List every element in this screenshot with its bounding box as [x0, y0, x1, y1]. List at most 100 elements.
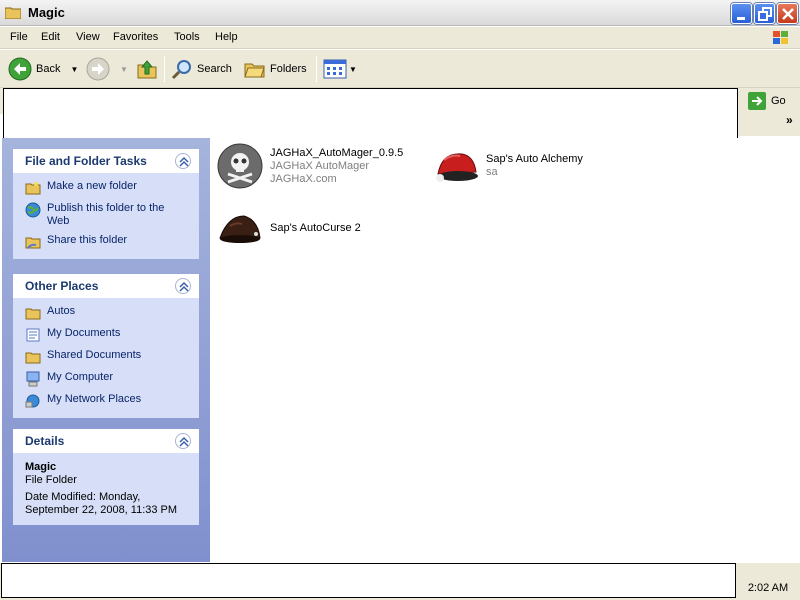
place-my-network-places[interactable]: My Network Places [13, 390, 199, 412]
panel-body: Magic File Folder Date Modified: Monday,… [13, 453, 199, 525]
place-my-documents[interactable]: My Documents [13, 324, 199, 346]
folder-icon [5, 7, 21, 19]
place-label: My Network Places [47, 393, 142, 405]
place-label: Shared Documents [47, 349, 142, 361]
menu-edit[interactable]: Edit [41, 31, 60, 43]
toolbar-separator [164, 56, 165, 82]
skull-icon [217, 143, 263, 189]
search-label: Search [197, 63, 232, 75]
file-description: JAGHaX AutoMager [270, 159, 370, 172]
menu-file[interactable]: File [10, 31, 28, 43]
restore-icon [758, 7, 772, 21]
menu-tools[interactable]: Tools [174, 31, 200, 43]
folder-icon [25, 308, 41, 320]
collapse-button[interactable] [175, 153, 191, 169]
place-my-computer[interactable]: My Computer [13, 368, 199, 390]
chevron-right-icon[interactable]: » [786, 113, 793, 127]
folder-icon [25, 352, 41, 364]
restore-button[interactable] [754, 3, 775, 24]
network-places-icon [25, 394, 40, 408]
toolbar-separator [316, 56, 317, 82]
taskbar-clock: 2:02 AM [736, 578, 800, 598]
toolbar: Back ▼ ▼ Search Folders ▼ [0, 50, 800, 88]
file-item[interactable]: Sap's AutoCurse 2 [216, 204, 361, 252]
place-label: My Computer [47, 371, 114, 383]
redaction-box-top [3, 88, 738, 140]
collapse-up-icon [179, 281, 189, 292]
file-view: JAGHaX_AutoMager_0.9.5 JAGHaX AutoMager … [210, 138, 800, 562]
task-label: Make a new folder [47, 180, 137, 192]
menu-favorites[interactable]: Favorites [113, 31, 158, 43]
up-folder-button[interactable] [136, 56, 158, 82]
file-name: Sap's Auto Alchemy [486, 153, 583, 165]
views-dropdown-icon[interactable]: ▼ [349, 65, 357, 74]
back-dropdown-icon[interactable]: ▼ [70, 65, 78, 74]
dark-hat-icon [219, 215, 261, 243]
windows-logo-icon [773, 31, 788, 44]
panel-title: Other Places [25, 279, 99, 293]
go-arrow-icon [748, 92, 766, 110]
back-button[interactable]: Back ▼ [8, 56, 78, 82]
forward-arrow-icon [86, 57, 110, 81]
folders-label: Folders [270, 63, 307, 75]
task-label: Share this folder [47, 234, 128, 246]
details-panel: Details Magic File Folder Date Modified:… [13, 429, 199, 525]
place-shared-documents[interactable]: Shared Documents [13, 346, 199, 368]
menu-help[interactable]: Help [215, 31, 238, 43]
close-button[interactable] [777, 3, 798, 24]
folders-icon [244, 63, 265, 78]
share-folder-icon [25, 237, 41, 249]
file-folder-tasks-panel: File and Folder Tasks Make a new folder … [13, 149, 199, 259]
details-modified: Date Modified: Monday, September 22, 200… [25, 491, 178, 516]
search-button[interactable]: Search [171, 56, 232, 82]
panel-header[interactable]: Other Places [13, 274, 199, 298]
panel-body: Autos My Documents Shared Documents My C… [13, 298, 199, 418]
santa-hat-icon [436, 153, 478, 182]
go-label: Go [771, 95, 786, 107]
publish-web-icon [25, 202, 41, 218]
place-label: Autos [47, 305, 76, 317]
back-arrow-icon [8, 57, 32, 81]
menu-view[interactable]: View [76, 31, 100, 43]
window-title: Magic [28, 5, 65, 20]
details-type: File Folder [25, 474, 77, 486]
collapse-button[interactable] [175, 278, 191, 294]
title-bar: Magic [0, 0, 800, 26]
task-make-new-folder[interactable]: Make a new folder [13, 177, 199, 199]
minimize-button[interactable] [731, 3, 752, 24]
views-icon [323, 59, 347, 79]
task-publish-web[interactable]: Publish this folder to the Web [13, 199, 199, 231]
panel-header[interactable]: Details [13, 429, 199, 453]
my-documents-icon [26, 328, 40, 342]
back-label: Back [36, 63, 61, 75]
collapse-button[interactable] [175, 433, 191, 449]
file-name: JAGHaX_AutoMager_0.9.5 [270, 146, 404, 159]
views-button[interactable]: ▼ [323, 56, 357, 82]
collapse-up-icon [179, 436, 189, 447]
minimize-icon [737, 17, 745, 20]
file-company: JAGHaX.com [270, 172, 337, 185]
other-places-panel: Other Places Autos My Documents Shared D… [13, 274, 199, 418]
panel-title: File and Folder Tasks [25, 154, 147, 168]
file-item[interactable]: Sap's Auto Alchemy sa [432, 142, 583, 190]
close-icon [782, 8, 794, 20]
forward-button[interactable]: ▼ [86, 56, 128, 82]
go-button[interactable]: Go [748, 92, 786, 110]
collapse-up-icon [179, 156, 189, 167]
redaction-box-bottom [1, 563, 736, 598]
panel-body: Make a new folder Publish this folder to… [13, 173, 199, 259]
new-folder-icon [25, 181, 41, 195]
folders-button[interactable]: Folders [244, 56, 307, 82]
place-label: My Documents [47, 327, 121, 339]
details-name: Magic [25, 461, 57, 473]
place-autos[interactable]: Autos [13, 302, 199, 324]
panel-title: Details [25, 434, 65, 448]
file-item[interactable]: JAGHaX_AutoMager_0.9.5 JAGHaX AutoMager … [216, 142, 403, 190]
file-name: Sap's AutoCurse 2 [270, 221, 361, 234]
task-share-folder[interactable]: Share this folder [13, 231, 199, 253]
up-folder-icon [137, 60, 157, 79]
forward-dropdown-icon[interactable]: ▼ [120, 65, 128, 74]
menu-bar: File Edit View Favorites Tools Help [0, 27, 800, 49]
panel-header[interactable]: File and Folder Tasks [13, 149, 199, 173]
search-icon [171, 60, 191, 80]
